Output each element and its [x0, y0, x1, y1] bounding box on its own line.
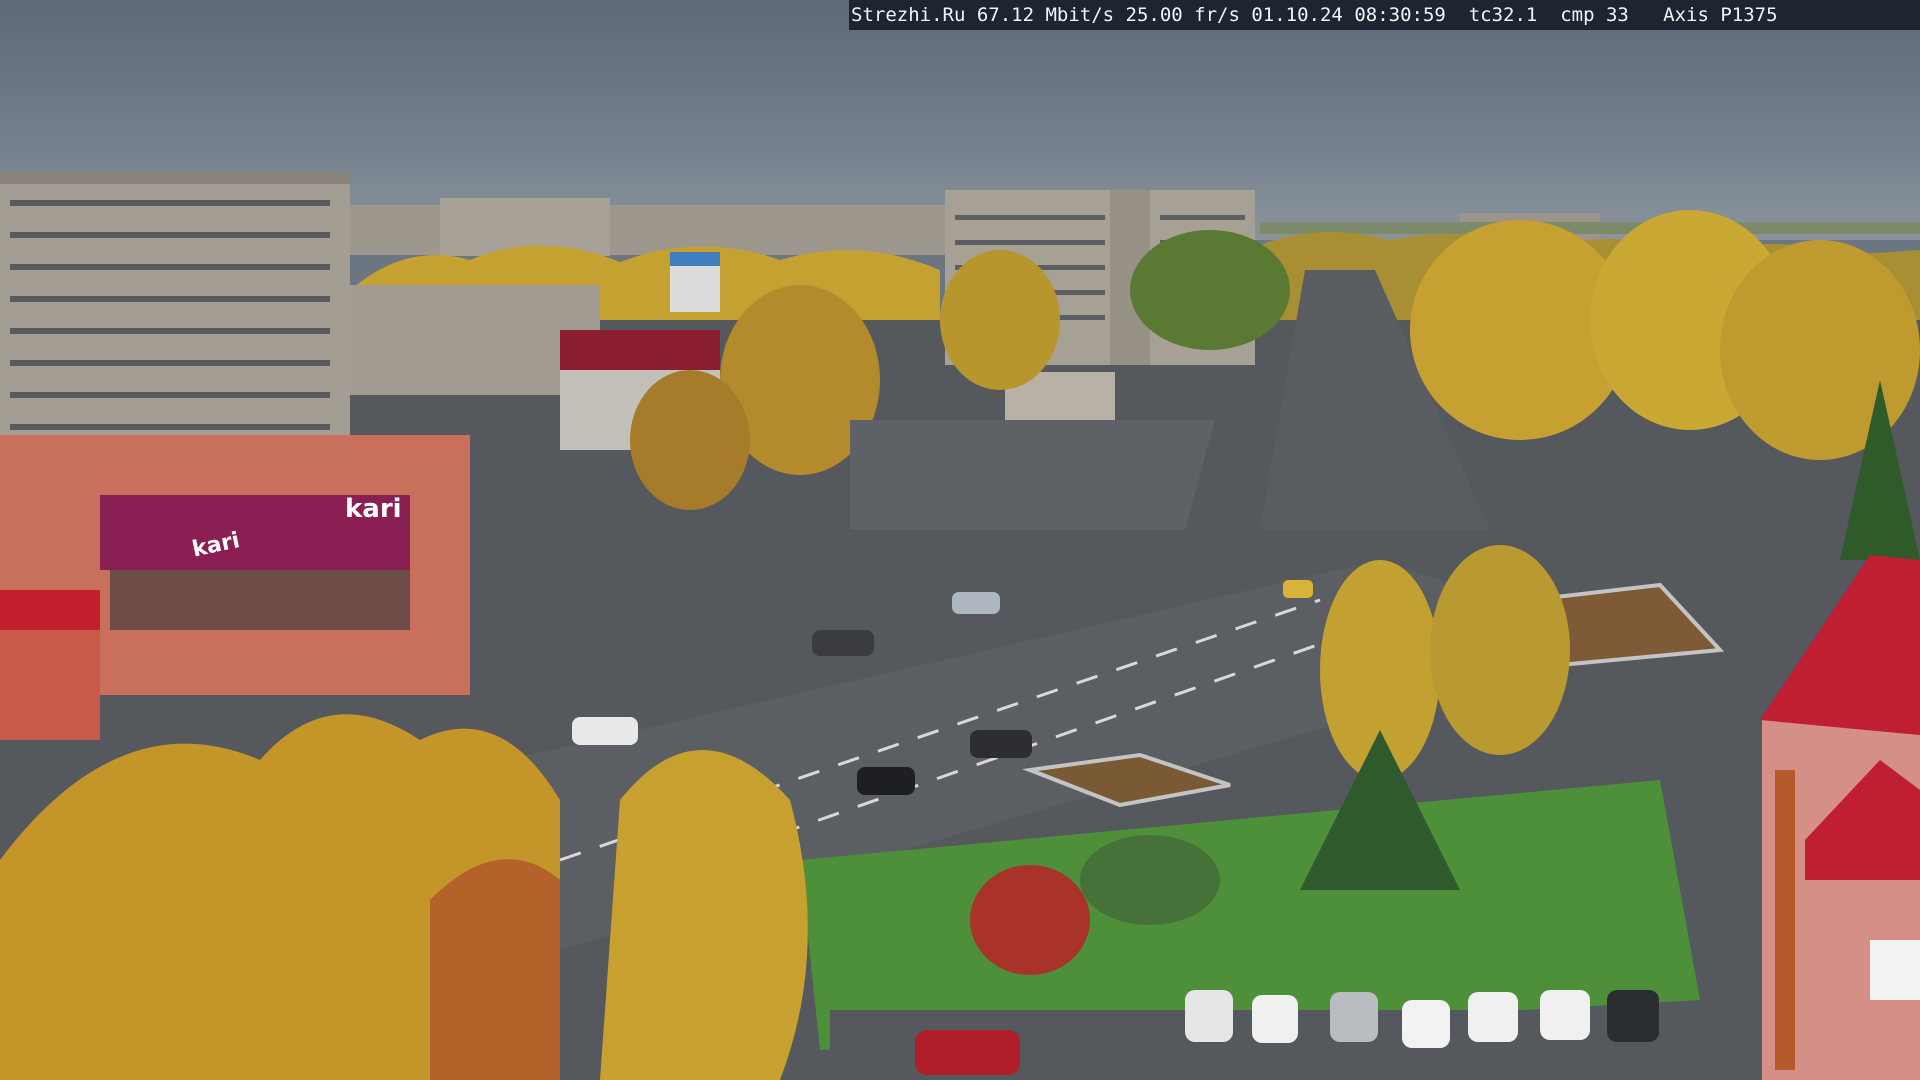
trees-foreground-left — [0, 714, 808, 1080]
city-view-image — [0, 0, 1920, 1080]
camera-overlay-text: Strezhi.Ru 67.12 Mbit/s 25.00 fr/s 01.10… — [849, 0, 1920, 30]
plaza — [850, 420, 1215, 530]
store-sign-kari: kari — [345, 494, 402, 524]
webcam-frame: kari kari — [0, 0, 1920, 1080]
store-building — [0, 435, 470, 740]
